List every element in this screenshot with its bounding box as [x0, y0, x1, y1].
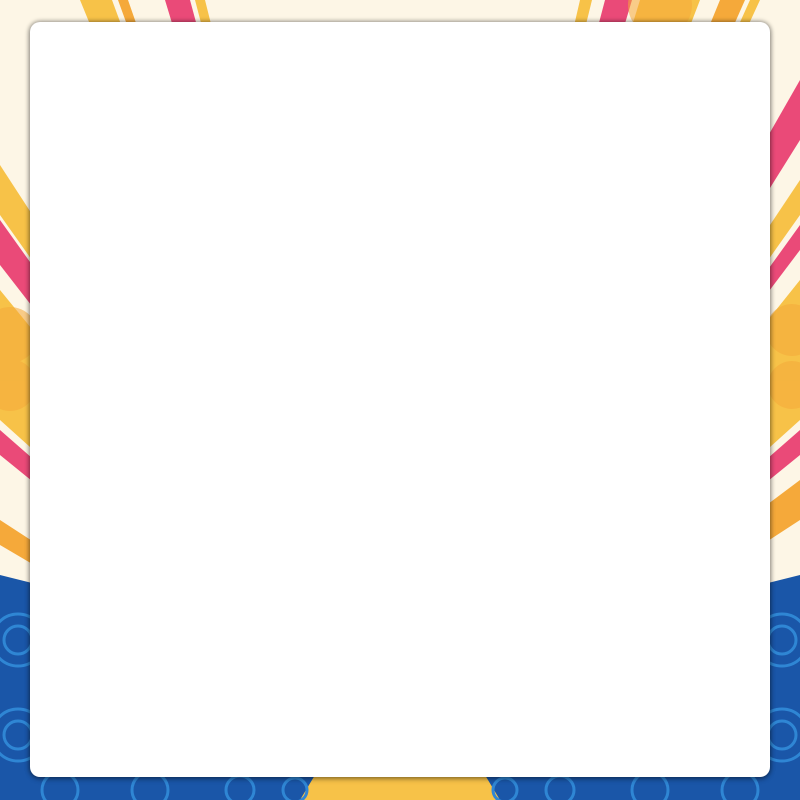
page-stage — [0, 0, 800, 800]
content-card — [30, 22, 770, 777]
